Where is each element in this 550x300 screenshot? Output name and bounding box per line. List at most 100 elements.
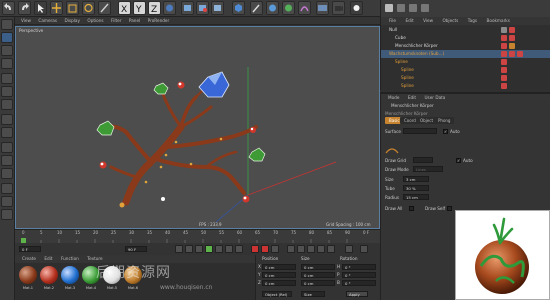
takes-tab-icon[interactable] [397, 4, 405, 12]
redo-icon[interactable] [18, 1, 31, 15]
timeline-ruler[interactable]: 0 5 10 15 20 25 30 35 40 45 50 55 60 65 … [15, 229, 380, 244]
planar-workplane-icon[interactable] [1, 168, 13, 179]
visibility-icon[interactable] [501, 75, 507, 81]
axis-mode-icon[interactable] [1, 114, 13, 125]
next-key-icon[interactable] [225, 245, 233, 253]
viewport-solo-icon[interactable] [1, 196, 13, 207]
visibility-icon[interactable] [501, 67, 507, 73]
current-frame-field[interactable]: 0 F [19, 246, 41, 252]
object-row[interactable]: Spline [381, 82, 550, 90]
camera-icon[interactable] [332, 1, 345, 15]
structure-tab-icon[interactable] [421, 4, 429, 12]
go-to-end-icon[interactable] [235, 245, 243, 253]
visibility-icon[interactable] [501, 59, 507, 65]
tweak-mode-icon[interactable] [1, 127, 13, 138]
timeline-window-icon[interactable] [345, 245, 353, 253]
object-row[interactable]: Spline [381, 74, 550, 82]
tab-phong[interactable]: Phong [434, 117, 455, 124]
workplane-icon[interactable] [1, 58, 13, 69]
polygons-mode-icon[interactable] [1, 99, 13, 110]
edges-mode-icon[interactable] [1, 86, 13, 97]
previous-frame-icon[interactable] [195, 245, 203, 253]
apply-button[interactable]: Apply [346, 291, 368, 297]
size-mode-select[interactable]: Size [301, 291, 325, 297]
menu-options[interactable]: Options [87, 17, 103, 25]
auto-checkbox[interactable]: ✓ [443, 129, 448, 134]
menu-tags[interactable]: Tags [468, 17, 477, 25]
menu-filter[interactable]: Filter [111, 17, 121, 25]
menu-file[interactable]: File [389, 17, 396, 25]
size-z-field[interactable]: 0 cm [301, 280, 335, 286]
object-row[interactable]: Cube [381, 34, 550, 42]
rotate-icon[interactable] [82, 1, 95, 15]
draw-grid-field[interactable] [413, 157, 433, 163]
menu-create[interactable]: Create [22, 255, 36, 263]
pla-key-icon[interactable] [327, 245, 335, 253]
object-row[interactable]: Null [381, 26, 550, 34]
record-icon[interactable] [251, 245, 259, 253]
menu-edit[interactable]: Edit [405, 17, 413, 25]
previous-key-icon[interactable] [185, 245, 193, 253]
deformer-icon[interactable] [298, 1, 311, 15]
rotation-h-field[interactable]: 0 ° [342, 264, 376, 270]
size-x-field[interactable]: 0 cm [301, 264, 335, 270]
go-to-start-icon[interactable] [175, 245, 183, 253]
menu-display[interactable]: Display [65, 17, 80, 25]
x-axis-icon[interactable]: X [118, 1, 131, 15]
light-icon[interactable] [350, 1, 363, 15]
fps-icon[interactable] [360, 245, 368, 253]
position-y-field[interactable]: 0 cm [262, 272, 296, 278]
draw-self-checkbox[interactable] [447, 206, 452, 211]
pen-icon[interactable] [250, 1, 263, 15]
visibility-icon[interactable] [501, 43, 507, 49]
tag-icon[interactable] [509, 51, 515, 57]
play-icon[interactable] [205, 245, 213, 253]
menu-view[interactable]: View [21, 17, 31, 25]
move-icon[interactable] [50, 1, 63, 15]
menu-objects[interactable]: Objects [442, 17, 458, 25]
draw-grid-checkbox[interactable]: ✓ [456, 158, 461, 163]
material-swatch[interactable] [19, 266, 37, 284]
coordinate-mode-select[interactable]: Object (Rel) [262, 291, 292, 297]
menu-cameras[interactable]: Cameras [38, 17, 57, 25]
y-axis-icon[interactable]: Y [133, 1, 146, 15]
object-row[interactable]: Menschlicher Körper [381, 42, 550, 50]
position-z-field[interactable]: 0 cm [262, 280, 296, 286]
surface-field[interactable] [403, 128, 437, 134]
menu-bookmarks[interactable]: Bookmarks [487, 17, 510, 25]
tag-icon[interactable] [517, 51, 523, 57]
position-key-icon[interactable] [287, 245, 295, 253]
radius-field[interactable]: 15 cm [403, 194, 429, 200]
cube-icon[interactable] [232, 1, 245, 15]
solo-icon[interactable] [1, 183, 13, 194]
object-row[interactable]: Spline [381, 66, 550, 74]
object-row-selected[interactable]: Wachstumsknoten (Sub...) [381, 50, 550, 58]
rotation-p-field[interactable]: 0 ° [342, 272, 376, 278]
array-icon[interactable] [282, 1, 295, 15]
menu-function[interactable]: Function [61, 255, 79, 263]
menu-edit[interactable]: Edit [44, 255, 52, 263]
rotation-key-icon[interactable] [307, 245, 315, 253]
floor-icon[interactable] [316, 1, 329, 15]
render-view-icon[interactable] [181, 1, 194, 15]
material-swatch[interactable] [40, 266, 58, 284]
lock-workplane-icon[interactable] [1, 155, 13, 166]
menu-view[interactable]: View [423, 17, 433, 25]
world-icon[interactable] [163, 1, 176, 15]
scale-icon[interactable] [66, 1, 79, 15]
visibility-icon[interactable] [501, 35, 507, 41]
xray-icon[interactable] [1, 209, 13, 220]
size-y-field[interactable]: 0 cm [301, 272, 335, 278]
subdivision-icon[interactable] [266, 1, 279, 15]
undo-icon[interactable] [2, 1, 15, 15]
draw-all-checkbox[interactable] [409, 206, 414, 211]
tag-icon[interactable] [509, 43, 515, 49]
model-mode-icon[interactable] [1, 32, 13, 43]
end-frame-field[interactable]: 90 F [125, 246, 147, 252]
make-editable-icon[interactable] [1, 19, 13, 30]
texture-mode-icon[interactable] [1, 45, 13, 56]
render-picture-icon[interactable] [196, 1, 209, 15]
tag-icon[interactable] [509, 27, 515, 33]
rotation-b-field[interactable]: 0 ° [342, 280, 376, 286]
material-swatch[interactable] [61, 266, 79, 284]
